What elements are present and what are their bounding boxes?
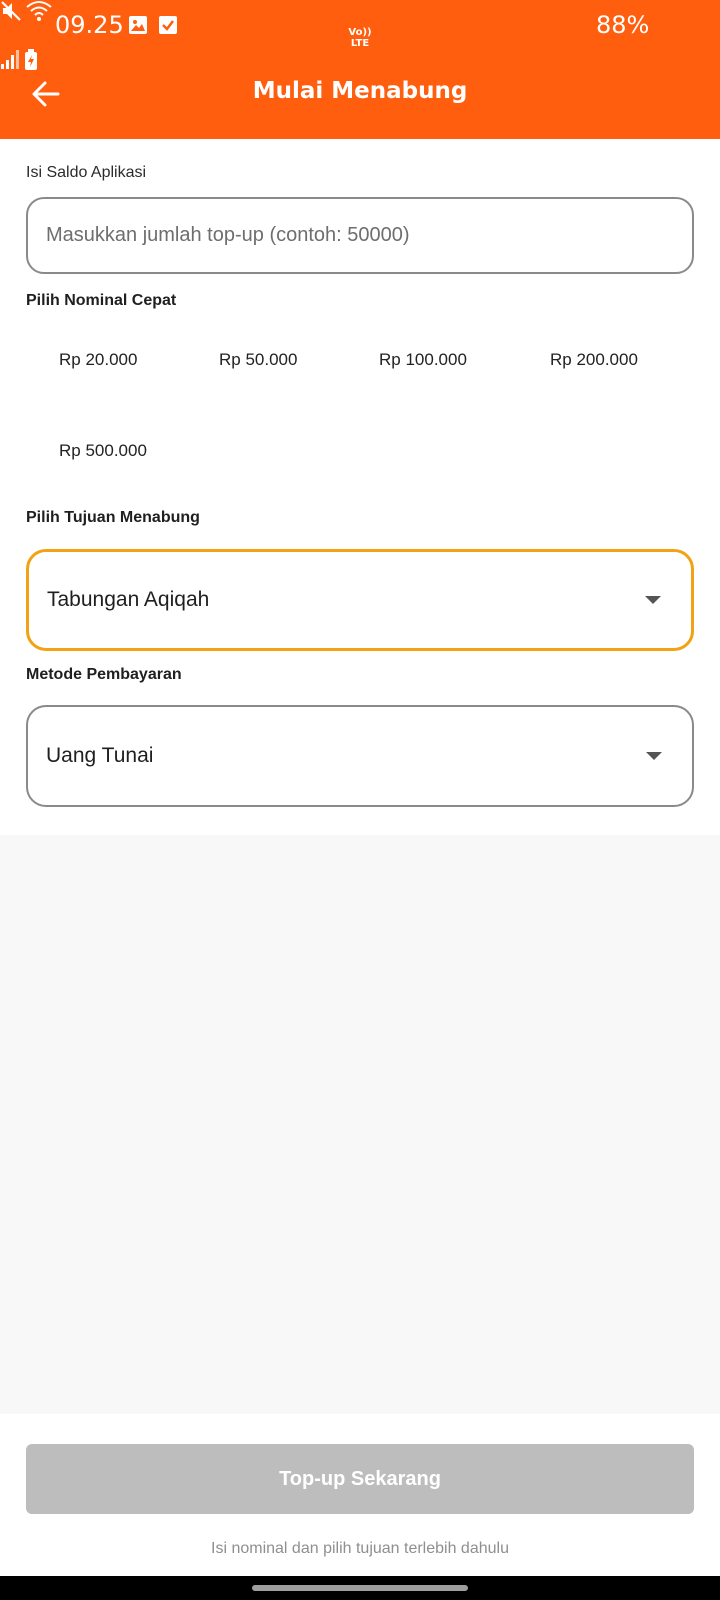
- topup-amount-field[interactable]: [26, 197, 694, 274]
- status-time: 09.25: [55, 11, 124, 39]
- quick-amount-200000[interactable]: Rp 200.000: [550, 344, 638, 376]
- savings-goal-value: Tabungan Aqiqah: [47, 588, 210, 611]
- dropdown-arrow-icon: [646, 752, 662, 760]
- savings-goal-label: Pilih Tujuan Menabung: [26, 509, 200, 526]
- wifi-icon: [26, 1, 53, 26]
- quick-amount-label: Pilih Nominal Cepat: [26, 292, 177, 309]
- quick-amount-20000[interactable]: Rp 20.000: [59, 344, 137, 376]
- image-icon: [128, 15, 148, 40]
- home-handle[interactable]: [252, 1585, 468, 1591]
- quick-amount-500000[interactable]: Rp 500.000: [59, 435, 147, 467]
- payment-method-value: Uang Tunai: [46, 744, 154, 767]
- quick-amount-100000[interactable]: Rp 100.000: [379, 344, 467, 376]
- battery-percentage: 88%: [596, 11, 650, 39]
- system-nav-bar: [0, 1576, 720, 1600]
- savings-goal-dropdown[interactable]: Tabungan Aqiqah: [26, 549, 694, 651]
- mute-icon: [0, 1, 26, 26]
- page-title: Mulai Menabung: [252, 78, 468, 104]
- bottom-panel: Top-up Sekarang Isi nominal dan pilih tu…: [0, 1414, 720, 1576]
- form-content: Isi Saldo Aplikasi Pilih Nominal Cepat R…: [0, 139, 720, 835]
- app-bar: Mulai Menabung: [0, 52, 720, 139]
- quick-amount-50000[interactable]: Rp 50.000: [219, 344, 297, 376]
- topup-label: Isi Saldo Aplikasi: [26, 164, 147, 181]
- payment-method-dropdown[interactable]: Uang Tunai: [26, 705, 694, 807]
- status-bar: 09.25 Vo)) LTE 88%: [0, 0, 720, 70]
- topup-now-button[interactable]: Top-up Sekarang: [26, 1444, 694, 1514]
- helper-text: Isi nominal dan pilih tujuan terlebih da…: [211, 1540, 509, 1557]
- header: 09.25 Vo)) LTE 88% Mulai Menabung: [0, 0, 720, 139]
- check-box-icon: [158, 15, 178, 40]
- payment-method-label: Metode Pembayaran: [26, 666, 182, 683]
- topup-amount-input[interactable]: [46, 199, 666, 272]
- dropdown-arrow-icon: [645, 596, 661, 604]
